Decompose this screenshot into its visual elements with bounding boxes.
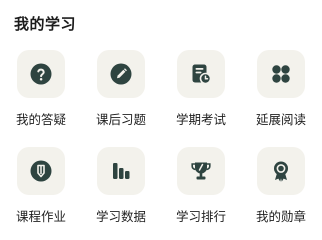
trophy-icon <box>191 162 211 180</box>
icon-tile <box>17 50 65 98</box>
icon-tile <box>97 50 145 98</box>
icon-tile <box>17 147 65 195</box>
menu-item-my-qa[interactable]: 我的答疑 <box>1 50 81 147</box>
icon-tile <box>177 147 225 195</box>
icon-tile <box>257 50 305 98</box>
item-label: 学习排行 <box>175 209 226 224</box>
menu-item-learning-data[interactable]: 学习数据 <box>81 147 161 240</box>
menu-item-course-assignment[interactable]: 课程作业 <box>1 147 81 240</box>
item-label: 课后习题 <box>95 112 146 127</box>
item-label: 我的勋章 <box>255 209 306 224</box>
icon-tile <box>257 147 305 195</box>
section-title: 我的学习 <box>14 15 77 33</box>
pencil-icon <box>110 63 132 85</box>
menu-item-extended-reading[interactable]: 延展阅读 <box>241 50 321 147</box>
medal-icon <box>274 161 288 182</box>
grid-icon <box>272 65 290 83</box>
my-learning-panel: 我的学习 我的答疑 课后习题 学期考试 延展阅读 课程作业 学习数据 学习排行 … <box>0 0 322 240</box>
learning-grid: 我的答疑 课后习题 学期考试 延展阅读 课程作业 学习数据 学习排行 我的勋章 <box>0 50 322 240</box>
item-label: 我的答疑 <box>15 112 66 127</box>
icon-tile <box>97 147 145 195</box>
menu-item-semester-exam[interactable]: 学期考试 <box>161 50 241 147</box>
exam-clock-icon <box>192 64 212 85</box>
menu-item-homework-exercises[interactable]: 课后习题 <box>81 50 161 147</box>
pen-shield-icon <box>30 160 52 182</box>
item-label: 延展阅读 <box>255 112 306 127</box>
item-label: 学期考试 <box>175 112 226 127</box>
menu-item-my-medals[interactable]: 我的勋章 <box>241 147 321 240</box>
icon-tile <box>177 50 225 98</box>
menu-item-learning-ranking[interactable]: 学习排行 <box>161 147 241 240</box>
bar-chart-icon <box>113 163 130 179</box>
question-icon <box>30 63 52 85</box>
item-label: 课程作业 <box>15 209 66 224</box>
item-label: 学习数据 <box>95 209 146 224</box>
